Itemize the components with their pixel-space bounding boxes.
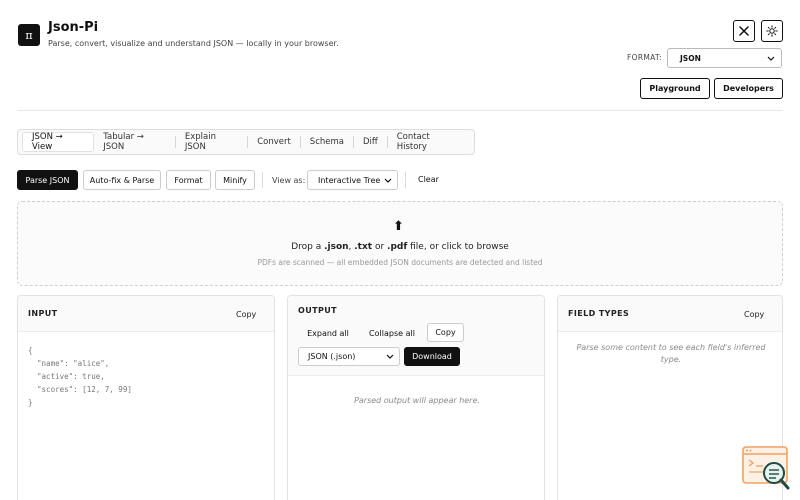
field-types-copy-button[interactable]: Copy [744, 310, 764, 319]
dropzone-text: Drop a .json, .txt or .pdf file, or clic… [291, 242, 509, 252]
assistant-search-icon [742, 446, 790, 490]
app-logo: π [18, 24, 40, 46]
field-types-placeholder: Parse some content to see each field's i… [576, 343, 766, 364]
input-panel-header: INPUT Copy [18, 296, 274, 332]
input-panel: INPUT Copy { "name": "alice", "active": … [17, 295, 275, 500]
playground-button[interactable]: Playground [640, 78, 710, 99]
output-panel-header: OUTPUT Expand all Collapse all Copy JSON… [288, 296, 544, 376]
chevron-down-icon [384, 178, 392, 183]
output-placeholder: Parsed output will appear here. [354, 396, 480, 405]
view-as-value: Interactive Tree [318, 175, 381, 185]
tab-contact-history[interactable]: Contact History [388, 132, 470, 152]
output-panel: OUTPUT Expand all Collapse all Copy JSON… [287, 295, 545, 500]
app-title: Json-Pi [48, 20, 99, 35]
tab-convert[interactable]: Convert [248, 132, 300, 152]
header-divider [17, 110, 783, 111]
close-button[interactable] [733, 20, 755, 42]
format-select[interactable]: JSON [667, 48, 782, 68]
output-panel-title: OUTPUT [298, 306, 337, 315]
download-button[interactable]: Download [404, 347, 460, 366]
app-subtitle: Parse, convert, visualize and understand… [48, 39, 339, 48]
theme-toggle-button[interactable] [761, 20, 783, 42]
close-icon [739, 26, 749, 36]
format-button[interactable]: Format [166, 170, 211, 190]
autofix-parse-button[interactable]: Auto-fix & Parse [83, 170, 161, 190]
tab-diff[interactable]: Diff [354, 132, 387, 152]
developers-button[interactable]: Developers [714, 78, 783, 99]
tab-json-view[interactable]: JSON → View [22, 132, 95, 152]
assistant-widget[interactable] [741, 445, 791, 493]
format-label: FORMAT: [627, 53, 662, 62]
tab-explain-json[interactable]: Explain JSON [176, 132, 247, 152]
view-as-label: View as: [272, 176, 306, 185]
input-editor[interactable]: { "name": "alice", "active": true, "scor… [28, 344, 132, 409]
toolbar-separator [405, 172, 406, 188]
output-format-value: JSON (.json) [308, 352, 356, 361]
clear-button[interactable]: Clear [418, 175, 439, 184]
input-copy-button[interactable]: Copy [236, 310, 256, 319]
format-select-value: JSON [680, 53, 701, 63]
chevron-down-icon [767, 56, 775, 61]
chevron-down-icon [386, 354, 394, 359]
tab-bar: JSON → View Tabular → JSON Explain JSON … [17, 129, 475, 155]
field-types-header: FIELD TYPES Copy [558, 296, 782, 332]
field-types-title: FIELD TYPES [568, 309, 630, 318]
upload-arrow-icon: ⬆ [393, 219, 404, 234]
minify-button[interactable]: Minify [215, 170, 255, 190]
tab-tabular-json[interactable]: Tabular → JSON [94, 132, 175, 152]
input-panel-title: INPUT [28, 309, 58, 318]
parse-json-button[interactable]: Parse JSON [17, 170, 78, 190]
tab-schema[interactable]: Schema [301, 132, 353, 152]
output-format-select[interactable]: JSON (.json) [298, 347, 400, 366]
collapse-all-button[interactable]: Collapse all [364, 324, 420, 343]
toolbar-separator [262, 172, 263, 188]
view-as-select[interactable]: Interactive Tree [307, 170, 398, 190]
dropzone-subtext: PDFs are scanned — all embedded JSON doc… [257, 258, 543, 267]
expand-all-button[interactable]: Expand all [302, 324, 354, 343]
sun-icon [766, 25, 778, 37]
output-copy-button[interactable]: Copy [427, 323, 464, 342]
